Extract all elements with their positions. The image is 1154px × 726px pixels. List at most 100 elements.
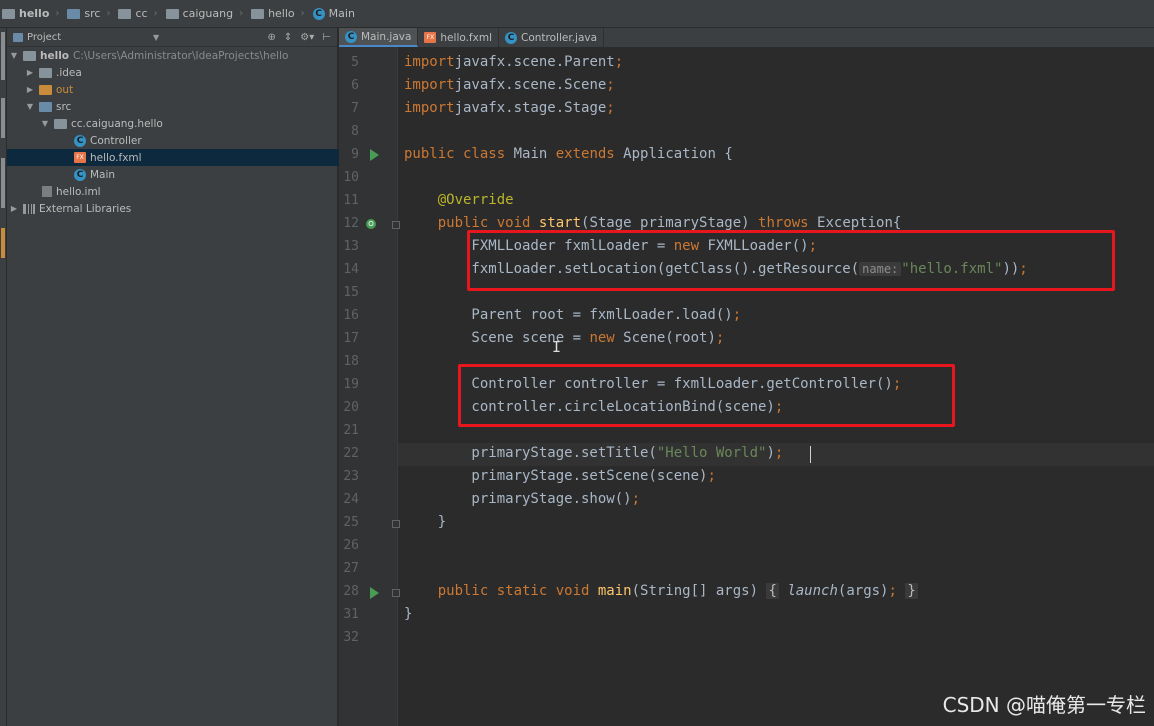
code-token: public class [404,146,506,162]
text-caret [810,446,811,463]
project-view-icon [13,32,23,42]
code-line: public static void main(String[] args) {… [404,580,918,603]
line-number: 28 [343,584,359,599]
line-number: 14 [343,262,359,277]
chevron-right-icon: › [239,8,244,19]
folder-icon [2,8,15,19]
breadcrumb-item-hello-pkg[interactable]: hello › [251,7,309,20]
locate-icon[interactable]: ⊕ [268,32,276,43]
code-token: javafx.scene.Parent [454,54,615,70]
code-token: primaryStage.setTitle( [404,445,657,461]
line-number: 8 [351,124,359,139]
project-panel: Project ▼ ⊕ ⇕ ⚙▾ ⊢ ▼ hello C:\Users\Admini… [7,28,405,726]
code-token: (Stage primaryStage) [581,215,759,231]
code-token: Parent root = fxmlLoader.load() [404,307,733,323]
breadcrumb-item-hello[interactable]: hello › [2,7,63,20]
line-number: 17 [343,331,359,346]
line-number: 23 [343,469,359,484]
line-number: 11 [343,193,359,208]
line-number: 18 [343,354,359,369]
breadcrumb: hello › src › cc › caiguang › hello › C Main [0,0,1154,28]
tree-item-external-libraries[interactable]: ▶ External Libraries [7,200,340,217]
code-line: primaryStage.setTitle("Hello World"); [404,442,783,465]
code-token: main [589,583,632,599]
collapsed-arrow-icon[interactable]: ▶ [9,204,19,213]
breadcrumb-item-cc[interactable]: cc › [118,7,161,20]
folder-icon [39,67,52,78]
line-number: 25 [343,515,359,530]
collapsed-arrow-icon[interactable]: ▶ [25,68,35,77]
tab-main-java[interactable]: C Main.java [339,28,419,47]
breadcrumb-item-src[interactable]: src › [67,7,114,20]
editor-tabs: C Main.java FX hello.fxml C Controller.java [339,28,1154,48]
code-token: public static void [437,583,590,599]
tree-item-package[interactable]: ▼ cc.caiguang.hello [7,115,371,132]
code-token: new [589,330,615,346]
project-tool-button[interactable] [1,32,5,80]
run-class-icon[interactable] [370,149,379,161]
gear-icon[interactable]: ⚙▾ [300,32,314,43]
line-number: 32 [343,630,359,645]
code-line: } [404,603,412,626]
code-token: primaryStage.show() [404,491,632,507]
collapsed-arrow-icon[interactable]: ▶ [25,85,35,94]
line-number: 6 [351,78,359,93]
code-token: ; [606,100,615,116]
line-number: 20 [343,400,359,415]
hide-icon[interactable]: ⊢ [322,32,331,43]
annotation-box-controller [458,364,955,427]
code-line: public class Main extends Application { [404,143,733,166]
collapse-all-icon[interactable]: ⇕ [284,32,292,43]
dropdown-arrow-icon[interactable]: ▼ [153,33,159,42]
annotation-box-loader [467,230,1115,291]
expanded-arrow-icon[interactable]: ▼ [25,102,35,111]
code-token: { [766,583,779,599]
module-folder-icon [23,50,36,61]
fold-marker-icon[interactable] [392,221,400,229]
class-icon: C [74,168,86,181]
line-number: 15 [343,285,359,300]
bookmarks-tool-button[interactable] [1,228,5,258]
tab-hello-fxml[interactable]: FX hello.fxml [418,28,499,47]
excluded-folder-icon [39,84,52,95]
run-main-icon[interactable] [370,587,379,599]
project-view-selector[interactable]: Project [27,32,61,43]
code-token: ; [888,583,897,599]
tree-item-src[interactable]: ▼ src [7,98,356,115]
fold-marker-icon[interactable] [392,589,400,597]
code-line: @Override [404,189,514,212]
code-token: ; [732,307,742,323]
code-line: primaryStage.show(); [404,488,640,511]
code-token: javafx.scene.Scene [454,77,607,93]
line-number: 10 [343,170,359,185]
code-token: import [404,77,455,93]
chevron-right-icon: › [153,8,158,19]
code-line: importjavafx.scene.Parent; [404,51,623,74]
code-token: ) [766,445,775,461]
code-token: ; [631,491,641,507]
watermark: CSDN @喵俺第一专栏 [942,693,1146,717]
tab-controller-java[interactable]: C Controller.java [499,28,605,47]
folder-icon [251,8,265,19]
structure-tool-button[interactable] [1,98,5,138]
code-line: importjavafx.scene.Scene; [404,74,615,97]
override-icon[interactable]: O [366,219,376,229]
code-token: primaryStage.setScene(scene) [404,468,708,484]
fold-marker-icon[interactable] [392,520,400,528]
breadcrumb-item-main[interactable]: C Main [312,7,355,20]
expanded-arrow-icon[interactable]: ▼ [40,119,50,128]
code-token: Application { [614,146,733,162]
breadcrumb-item-caiguang[interactable]: caiguang › [165,7,248,20]
tree-item-idea[interactable]: ▶ .idea [7,64,356,81]
code-token: import [404,54,455,70]
tree-item-out[interactable]: ▶ out [7,81,356,98]
tree-item-hello[interactable]: ▼ hello C:\Users\Administrator\IdeaProject… [7,47,340,64]
favorites-tool-button[interactable] [1,158,5,208]
library-icon [23,203,35,214]
line-number: 21 [343,423,359,438]
tree-item-hello-iml[interactable]: hello.iml [7,183,373,200]
fxml-file-icon: FX [74,152,86,163]
code-token: } [404,514,447,530]
expanded-arrow-icon[interactable]: ▼ [9,51,19,60]
